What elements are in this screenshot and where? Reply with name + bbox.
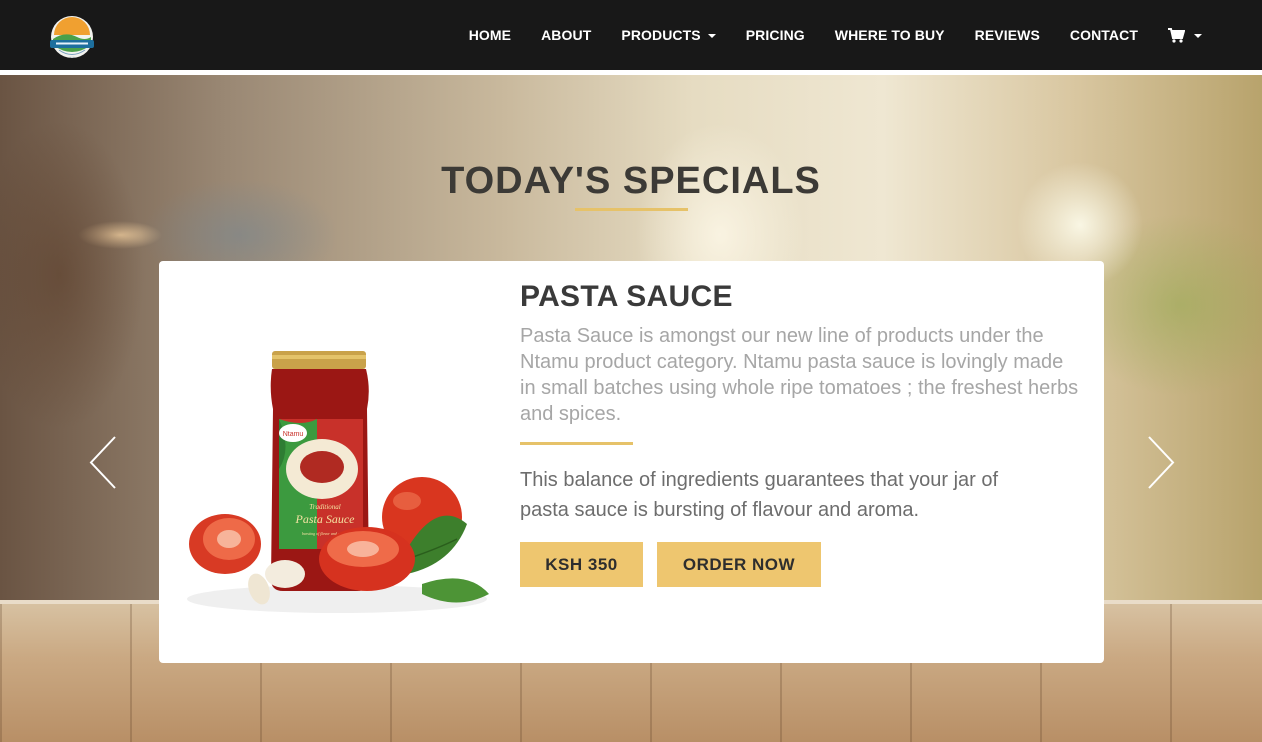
nav-where-to-buy[interactable]: WHERE TO BUY — [835, 28, 945, 42]
nav-pricing[interactable]: PRICING — [746, 28, 805, 42]
jar-line1-text: Traditional — [309, 503, 341, 511]
nav-contact-label: CONTACT — [1069, 27, 1138, 43]
product-name: PASTA SAUCE — [520, 280, 733, 313]
carousel-prev-icon[interactable] — [85, 435, 125, 490]
main-nav: HOME ABOUT PRODUCTS PRICING WHERE TO BUY… — [439, 0, 1202, 70]
nav-products[interactable]: PRODUCTS — [621, 27, 716, 43]
order-now-button[interactable]: ORDER NOW — [657, 542, 821, 587]
jar-line2-text: Pasta Sauce — [295, 512, 356, 526]
chevron-down-icon — [707, 33, 716, 38]
jar-brand-text: Ntamu — [283, 431, 304, 438]
price-button[interactable]: KSH 350 — [520, 542, 643, 587]
cart-dropdown[interactable] — [1168, 27, 1202, 43]
nav-contact[interactable]: CONTACT — [1070, 28, 1138, 42]
nav-where-to-buy-label: WHERE TO BUY — [834, 27, 945, 43]
nav-reviews[interactable]: REVIEWS — [975, 28, 1040, 42]
nav-about-label: ABOUT — [541, 27, 592, 43]
product-description: Pasta Sauce is amongst our new line of p… — [520, 325, 1079, 425]
nav-home[interactable]: HOME — [469, 28, 511, 42]
nav-about[interactable]: ABOUT — [541, 28, 591, 42]
section-title: TODAY'S SPECIALS — [441, 160, 821, 202]
brand-logo[interactable]: • • • — [47, 15, 97, 65]
nav-pricing-label: PRICING — [745, 27, 805, 43]
title-underline — [575, 208, 688, 211]
pasta-sauce-product-image: Ntamu Traditional Pasta Sauce bursting o… — [187, 351, 489, 613]
nav-reviews-label: REVIEWS — [974, 27, 1040, 43]
chevron-down-icon — [1194, 33, 1202, 38]
product-description-secondary: This balance of ingredients guarantees t… — [520, 469, 999, 521]
description-divider — [520, 442, 633, 445]
svg-text:• • •: • • • — [70, 55, 75, 59]
carousel-next-icon[interactable] — [1143, 435, 1183, 490]
nav-products-label: PRODUCTS — [621, 27, 701, 43]
product-card: Ntamu Traditional Pasta Sauce bursting o… — [159, 261, 1104, 663]
nav-home-label: HOME — [468, 27, 512, 43]
specials-carousel: TODAY'S SPECIALS Ntamu Traditional Pasta… — [0, 75, 1262, 742]
navbar: • • • HOME ABOUT PRODUCTS PRICING WHERE … — [0, 0, 1262, 70]
shopping-cart-icon — [1168, 27, 1185, 43]
